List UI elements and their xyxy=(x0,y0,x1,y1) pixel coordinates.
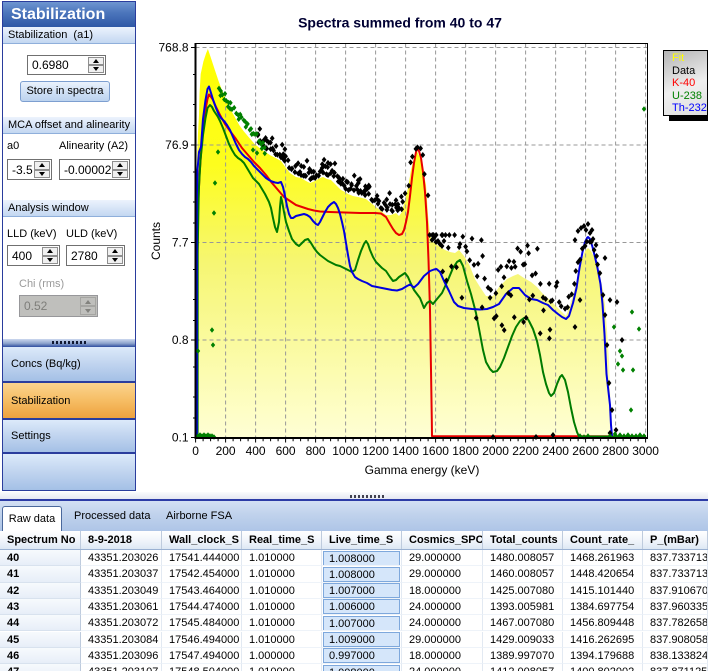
svg-text:768.8: 768.8 xyxy=(158,41,188,55)
svg-text:1200: 1200 xyxy=(362,444,389,458)
svg-text:800: 800 xyxy=(306,444,326,458)
svg-text:1000: 1000 xyxy=(332,444,359,458)
svg-text:0.1: 0.1 xyxy=(172,431,189,445)
svg-text:400: 400 xyxy=(246,444,266,458)
svg-text:2200: 2200 xyxy=(512,444,539,458)
svg-text:2400: 2400 xyxy=(542,444,569,458)
svg-text:7.7: 7.7 xyxy=(172,236,189,250)
svg-text:1800: 1800 xyxy=(452,444,479,458)
svg-text:Gamma energy (keV): Gamma energy (keV) xyxy=(365,463,480,477)
svg-text:2800: 2800 xyxy=(602,444,629,458)
svg-text:Counts: Counts xyxy=(149,222,163,260)
svg-text:0: 0 xyxy=(192,444,199,458)
svg-text:Spectra summed from 40 to 47: Spectra summed from 40 to 47 xyxy=(298,15,502,31)
svg-text:600: 600 xyxy=(276,444,296,458)
svg-text:0.8: 0.8 xyxy=(172,333,189,347)
svg-text:3000: 3000 xyxy=(632,444,659,458)
svg-text:76.9: 76.9 xyxy=(165,138,189,152)
svg-text:1600: 1600 xyxy=(422,444,449,458)
svg-text:2600: 2600 xyxy=(572,444,599,458)
svg-text:2000: 2000 xyxy=(482,444,509,458)
svg-text:200: 200 xyxy=(216,444,236,458)
svg-text:1400: 1400 xyxy=(392,444,419,458)
